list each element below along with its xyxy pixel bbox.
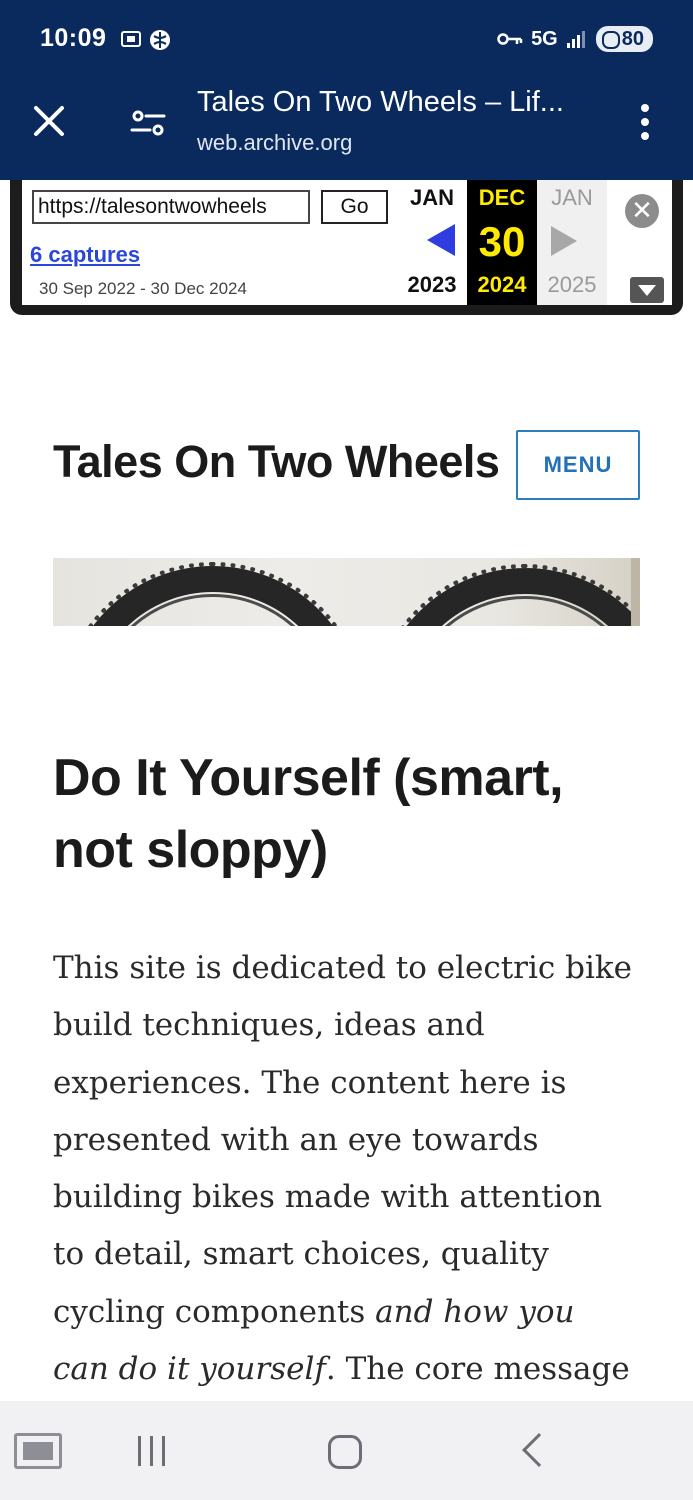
page-title[interactable]: Tales On Two Wheels – Lif... — [197, 86, 607, 119]
current-year: 2024 — [477, 272, 527, 297]
next-year: 2025 — [547, 272, 597, 297]
navigation-bar — [0, 1401, 693, 1500]
screenshot-icon — [121, 31, 141, 47]
body-text-normal: cycling components — [53, 1293, 376, 1330]
network-type: 5G — [531, 27, 558, 50]
wayback-url-input[interactable] — [32, 190, 310, 224]
captures-link[interactable]: 6 captures — [30, 242, 140, 268]
arrow-right-icon[interactable] — [551, 226, 577, 256]
body-text-italic: and how you — [375, 1293, 575, 1330]
signal-icon — [566, 31, 585, 48]
next-capture[interactable]: JAN 2025 — [537, 180, 607, 305]
site-title[interactable]: Tales On Two Wheels — [53, 436, 500, 488]
status-time: 10:09 — [40, 24, 107, 52]
prev-year: 2023 — [407, 272, 457, 297]
prev-capture[interactable]: JAN 2023 — [397, 180, 467, 305]
prev-month: JAN — [409, 185, 454, 210]
dropdown-icon[interactable] — [630, 277, 664, 303]
body-line: presented with an eye towards — [53, 1121, 539, 1158]
wayback-toolbar: Go 6 captures 30 Sep 2022 - 30 Dec 2024 … — [22, 180, 672, 305]
menu-button[interactable]: MENU — [516, 430, 640, 500]
current-month: DEC — [478, 185, 526, 210]
status-right: 5G 80 — [497, 26, 653, 52]
home-icon[interactable] — [328, 1435, 362, 1469]
go-button[interactable]: Go — [321, 190, 388, 224]
tune-icon[interactable] — [128, 104, 168, 144]
arrow-left-icon[interactable] — [427, 224, 455, 256]
heading-line: not sloppy) — [53, 821, 328, 879]
close-wayback-icon[interactable]: ✕ — [625, 194, 659, 228]
page-url[interactable]: web.archive.org — [197, 130, 352, 156]
article-body: This site is dedicated to electric bike … — [53, 940, 653, 1398]
battery-indicator: 80 — [595, 26, 653, 52]
body-line: can do it yourself. The core message — [53, 1341, 653, 1398]
recent-apps-icon[interactable] — [136, 1436, 168, 1466]
more-vert-icon[interactable] — [630, 100, 660, 144]
heading-line: Do It Yourself (smart, — [53, 749, 564, 807]
body-line: This site is dedicated to electric bike — [53, 950, 633, 986]
capture-date-range: 30 Sep 2022 - 30 Dec 2024 — [39, 279, 247, 298]
body-line: building bikes made with attention — [53, 1179, 603, 1216]
vpn-globe-icon — [150, 30, 170, 50]
close-icon[interactable] — [28, 100, 70, 142]
hero-image — [53, 558, 640, 626]
article-heading: Do It Yourself (smart, not sloppy) — [53, 742, 653, 886]
body-line: experiences. The content here is — [53, 1064, 567, 1101]
browser-toolbar: Tales On Two Wheels – Lif... web.archive… — [0, 80, 693, 180]
keyboard-toggle-icon[interactable] — [14, 1433, 62, 1469]
current-capture: DEC 30 2024 — [467, 180, 537, 305]
body-line: to detail, smart choices, quality — [53, 1236, 549, 1273]
status-bar: 10:09 5G 80 — [0, 0, 693, 80]
next-month: JAN — [551, 185, 593, 210]
back-icon[interactable] — [522, 1433, 556, 1467]
current-day: 30 — [478, 218, 526, 265]
body-text-italic: can do it yourself — [53, 1351, 326, 1388]
body-text-normal: . The core message — [325, 1351, 630, 1388]
body-line: cycling components and how you — [53, 1284, 653, 1341]
key-icon — [497, 33, 523, 45]
body-line: build techniques, ideas and — [53, 1007, 485, 1044]
